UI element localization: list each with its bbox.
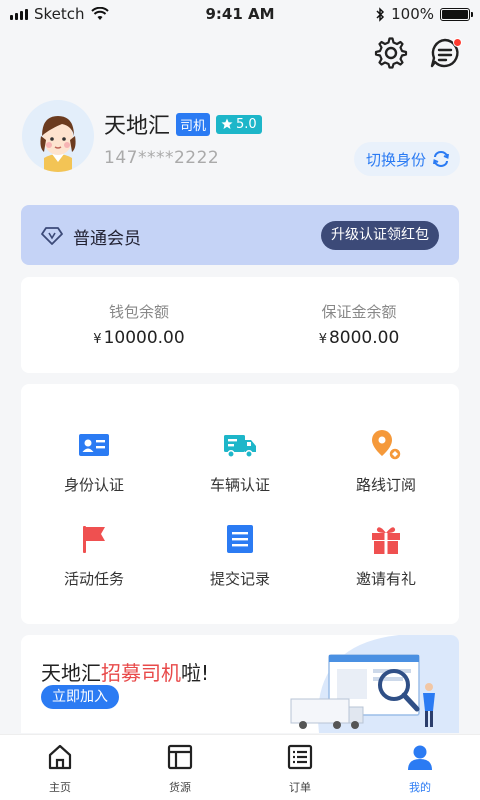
join-now-button[interactable]: 立即加入 (41, 685, 119, 709)
status-bar: Sketch 9:41 AM 100% (0, 0, 480, 28)
vip-diamond-icon (41, 227, 63, 245)
switch-identity-button[interactable]: 切换身份 (353, 142, 460, 176)
feature-label: 车辆认证 (209, 476, 270, 494)
avatar[interactable] (22, 100, 94, 172)
membership-label: 普通会员 (73, 229, 141, 249)
feature-route-subscribe[interactable]: 路线订阅 (313, 428, 459, 495)
gift-icon (372, 527, 400, 554)
tab-home[interactable]: 主页 (0, 735, 120, 800)
recruit-illustration (290, 635, 459, 733)
deposit-balance[interactable]: 保证金余额 ¥8000.00 (279, 301, 439, 348)
phone-number: 147****2222 (104, 148, 220, 168)
wallet-balance[interactable]: 钱包余额 ¥10000.00 (59, 301, 219, 348)
wallet-card: 钱包余额 ¥10000.00 保证金余额 ¥8000.00 (21, 277, 459, 373)
role-badge: 司机 (176, 112, 211, 136)
id-card-icon (79, 434, 109, 456)
tab-label: 订单 (289, 781, 311, 794)
bluetooth-icon (376, 6, 385, 22)
avatar-illustration (22, 100, 94, 172)
wallet-balance-value: ¥10000.00 (93, 328, 185, 348)
feature-grid: 身份认证 车辆认证 路线订阅 活动任务 提交记录 邀请有礼 (21, 384, 459, 624)
switch-identity-label: 切换身份 (365, 150, 426, 169)
feature-activity-tasks[interactable]: 活动任务 (21, 522, 167, 589)
banner-title: 天地汇 招募司机 啦! (41, 661, 210, 685)
profile-section: 天地汇 司机 5.0 147****2222 切换身份 (22, 100, 462, 180)
feature-label: 身份认证 (63, 476, 124, 494)
upgrade-button[interactable]: 升级认证领红包 (321, 221, 439, 250)
star-icon (221, 118, 233, 129)
tab-label: 我的 (409, 781, 431, 794)
feature-identity-auth[interactable]: 身份认证 (21, 428, 167, 495)
feature-submit-records[interactable]: 提交记录 (167, 522, 313, 589)
rating-badge: 5.0 (216, 114, 262, 134)
tab-label: 货源 (169, 781, 191, 794)
feature-label: 路线订阅 (355, 476, 416, 494)
rating-value: 5.0 (236, 116, 257, 132)
settings-button[interactable] (374, 36, 408, 70)
user-name: 天地汇 (104, 114, 171, 139)
recruit-banner[interactable]: 天地汇 招募司机 啦! 立即加入 (21, 635, 459, 733)
status-right: 100% (375, 5, 473, 23)
wallet-balance-label: 钱包余额 (108, 303, 169, 321)
bottom-tab-bar: 主页 货源 订单 我的 (0, 734, 480, 800)
truck-icon (224, 435, 256, 458)
route-pin-icon (372, 430, 402, 461)
tab-orders[interactable]: 订单 (240, 735, 360, 800)
tab-cargo[interactable]: 货源 (120, 735, 240, 800)
flag-icon (83, 526, 105, 553)
feature-invite-gift[interactable]: 邀请有礼 (313, 522, 459, 589)
gear-icon (374, 37, 408, 69)
order-list-icon (287, 744, 313, 770)
document-icon (227, 525, 253, 553)
messages-button[interactable] (428, 36, 462, 70)
feature-label: 活动任务 (63, 570, 124, 588)
battery-icon (440, 7, 473, 21)
feature-label: 提交记录 (209, 570, 270, 588)
header-actions (374, 36, 462, 70)
deposit-balance-label: 保证金余额 (321, 303, 397, 321)
feature-vehicle-auth[interactable]: 车辆认证 (167, 428, 313, 495)
tab-mine[interactable]: 我的 (360, 735, 480, 800)
user-icon (408, 745, 432, 770)
name-row: 天地汇 司机 5.0 (104, 108, 262, 140)
battery-percent: 100% (391, 5, 434, 23)
deposit-balance-value: ¥8000.00 (318, 328, 400, 348)
feature-label: 邀请有礼 (355, 570, 416, 588)
tab-label: 主页 (49, 781, 71, 794)
notification-dot (453, 38, 462, 47)
cargo-layout-icon (167, 744, 193, 770)
home-icon (48, 744, 72, 770)
membership-card[interactable]: 普通会员 升级认证领红包 (21, 205, 459, 265)
refresh-icon (433, 151, 449, 167)
